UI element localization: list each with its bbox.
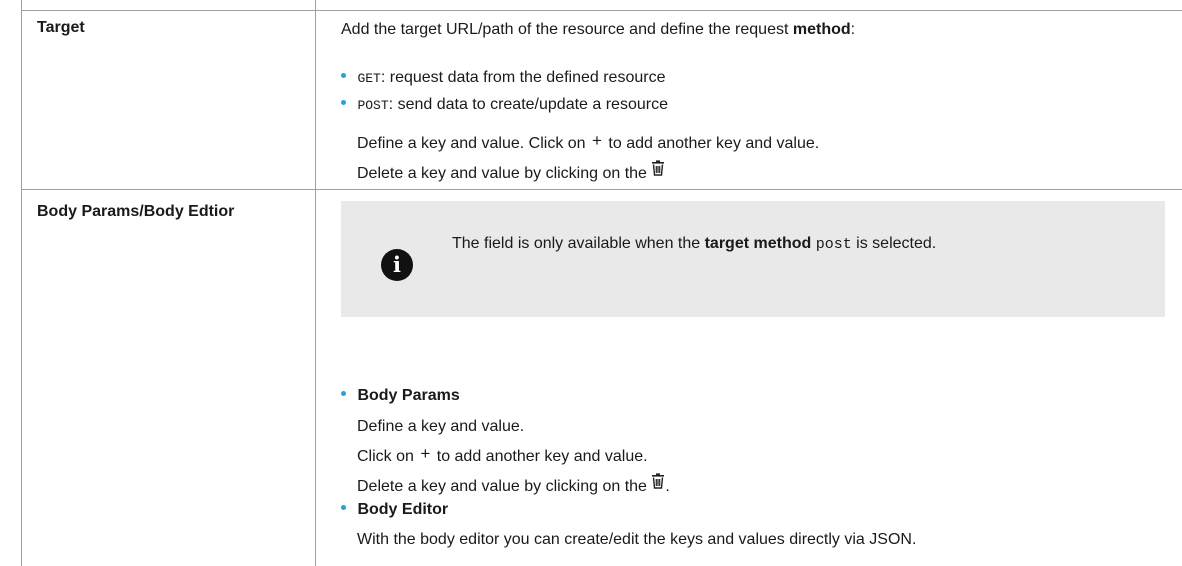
body-params-line2: Click on + to add another key and value. [357,444,648,467]
delete-text: Delete a key and value by clicking on th… [357,165,652,183]
body-params-line1: Define a key and value. [357,418,525,435]
list-item-get: GET: request data from the defined resou… [341,68,665,89]
definition-table: Target Add the target URL/path of the re… [0,0,1182,566]
list-item-post: POST: send data to create/update a resou… [341,95,668,116]
plus-icon: + [420,444,431,463]
target-intro: Add the target URL/path of the resource … [341,20,855,40]
click-on-text: Click on [357,448,419,465]
body-editor-title: Body Editor [357,501,449,518]
trash-icon [651,160,665,182]
info-icon: i [381,249,413,281]
info-note: i The field is only available when the t… [341,201,1165,317]
table-top-border [21,10,1182,11]
method-keyword: method [792,21,851,38]
define-text-end: to add another key and value. [603,135,820,152]
add-another-text: to add another key and value. [432,448,648,465]
note-code-post: post [815,236,852,253]
row-label-body-params: Body Params/Body Edtior [37,203,235,220]
target-delete-line: Delete a key and value by clicking on th… [357,160,665,185]
target-intro-end: : [850,21,856,38]
info-note-text: The field is only available when the tar… [452,234,936,255]
code-post: POST [357,98,389,113]
trash-icon [651,473,665,495]
table-left-border [21,0,22,566]
target-define-line: Define a key and value. Click on + to ad… [357,131,820,154]
delete-text: Delete a key and value by clicking on th… [357,478,652,496]
get-description: : request data from the defined resource [380,69,666,86]
note-text-start: The field is only available when the [452,235,705,252]
plus-icon: + [592,131,602,150]
row-divider [21,189,1182,190]
list-item-body-params: Body Params [341,386,460,406]
body-params-title: Body Params [357,387,460,404]
body-params-line3: Delete a key and value by clicking on th… [357,473,670,498]
note-text-end: is selected. [851,235,937,252]
period: . [665,478,670,496]
list-item-body-editor: Body Editor [341,500,448,520]
note-target-method: target method [704,235,812,252]
code-get: GET [357,71,381,86]
row-label-target: Target [37,19,85,36]
post-description: : send data to create/update a resource [388,96,668,113]
body-editor-line1: With the body editor you can create/edit… [357,531,917,548]
target-intro-text: Add the target URL/path of the resource … [341,21,793,38]
column-divider [315,0,316,566]
define-text: Define a key and value. Click on [357,135,591,152]
